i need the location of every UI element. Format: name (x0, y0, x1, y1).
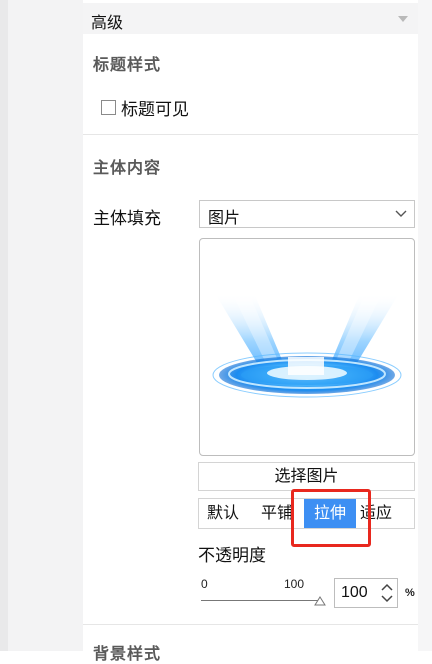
advanced-section-title: 高级 (91, 15, 124, 32)
title-style-heading: 标题样式 (93, 57, 162, 74)
fit-mode-default[interactable]: 默认 (207, 499, 239, 528)
advanced-section-header[interactable]: 高级 (83, 3, 418, 34)
divider (83, 134, 418, 135)
body-fill-select-value: 图片 (208, 210, 241, 227)
left-edge (0, 0, 8, 651)
percent-unit: % (405, 587, 415, 599)
body-content-heading: 主体内容 (93, 160, 162, 177)
choose-image-button[interactable]: 选择图片 (198, 462, 415, 491)
opacity-value[interactable]: 100 (341, 584, 368, 602)
panel-gutter (8, 0, 83, 651)
body-fill-label: 主体填充 (93, 209, 161, 228)
opacity-label: 不透明度 (198, 546, 266, 565)
portal-glow-image (212, 293, 402, 398)
background-style-heading: 背景样式 (93, 646, 162, 663)
chevron-down-icon[interactable] (388, 201, 414, 227)
spinner-arrows-icon[interactable] (379, 580, 395, 606)
caret-down-icon[interactable] (398, 16, 408, 22)
slider-min-label: 0 (201, 577, 208, 591)
divider (83, 624, 418, 625)
body-fill-select[interactable]: 图片 (199, 200, 415, 228)
opacity-slider-track[interactable] (201, 600, 319, 601)
show-title-label: 标题可见 (121, 100, 189, 119)
highlight-box (291, 489, 371, 547)
image-preview (199, 238, 415, 456)
show-title-checkbox[interactable]: 标题可见 (101, 95, 189, 120)
right-edge (418, 0, 432, 651)
opacity-spinner[interactable]: 100 (334, 578, 398, 608)
triangle-thumb-icon[interactable] (314, 593, 326, 611)
fit-mode-tile[interactable]: 平铺 (261, 499, 293, 528)
checkbox-box[interactable] (101, 100, 116, 115)
slider-max-label: 100 (284, 577, 305, 591)
